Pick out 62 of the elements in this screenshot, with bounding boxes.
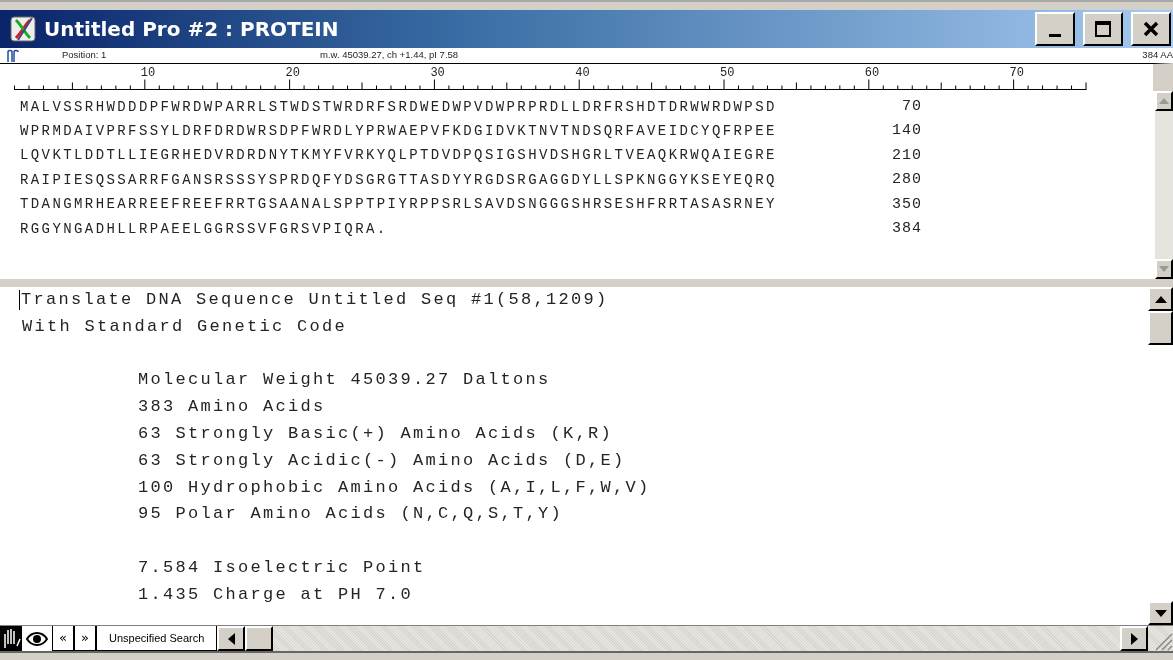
- report-line: Molecular Weight 45039.27 Daltons: [138, 369, 552, 392]
- sequence-residues: WPRMDAIVPRFSSYLDRFDRDWRSDPFWRDLYPRWAEPVFKDGIDVKTNVTNDSQRFAVEIDCYQFRPEE: [20, 122, 778, 142]
- minimize-button[interactable]: [1035, 12, 1075, 46]
- residue-count: 280: [891, 170, 922, 191]
- report-line: 383 Amino Acids: [138, 396, 327, 419]
- position-label: Position: 1: [62, 48, 108, 63]
- up-arrow-icon: [1154, 295, 1167, 303]
- residue-count: 384: [891, 218, 922, 239]
- sequence-residues: TDANGMRHEARREEFREEFRRTGSAANALSPPTPIYRPPSRLSAVDSNGGGSHRSESHFRRTASASRNEY: [20, 195, 778, 215]
- sequence-residues: MALVSSRHWDDDPFWRDWPARRLSTWDSTWRDRFSRDWEDWPVDWPRPRDLLDRFRSHDTDRWWRDWPSD: [20, 97, 778, 117]
- scroll-left-button[interactable]: [217, 626, 246, 651]
- sequence-residues: RGGYNGADHLLRPAEELGGRSSVFGRSVPIQRA.: [20, 219, 389, 239]
- hand-icon[interactable]: [0, 626, 22, 651]
- report-line: With Standard Genetic Code: [22, 315, 349, 338]
- ruler-label: 30: [430, 65, 445, 82]
- ruler-label: 60: [864, 65, 880, 82]
- ruler-label: 70: [1009, 65, 1024, 82]
- report-line: 100 Hydrophobic Amino Acids (A,I,L,F,W,V): [138, 476, 652, 499]
- report-line: Translate DNA Sequence Untitled Seq #1(58,1209): [21, 290, 609, 309]
- ruler-label: 40: [575, 65, 590, 82]
- sequence-stats: m.w. 45039.27, ch +1.44, pI 7.58: [320, 48, 460, 63]
- text-cursor: [19, 289, 20, 310]
- sequence-residues: LQVKTLDDTLLIEGRHEDVRDRDNYTKMYFVRKYQLPTDVDPQSIGSHVDSHGRLTVEAQKRWQAIEGRE: [20, 146, 778, 166]
- minimize-icon: [1049, 33, 1061, 37]
- right-arrow-icon: [1130, 632, 1138, 645]
- report-line: 1.435 Charge at PH 7.0: [138, 583, 415, 606]
- scroll-thumb[interactable]: [245, 626, 274, 651]
- residue-count: 70: [901, 96, 922, 117]
- search-selector[interactable]: Unspecified Search: [96, 626, 218, 651]
- sequence-symbol-icon: [6, 48, 22, 63]
- ruler-label: 10: [140, 65, 156, 82]
- scrollbar[interactable]: [1148, 287, 1173, 625]
- ruler-label: 20: [285, 65, 300, 82]
- scroll-down-button[interactable]: [1155, 259, 1173, 279]
- window-title: Untitled Pro #2 : PROTEIN: [44, 16, 340, 43]
- down-arrow-icon: [1154, 609, 1167, 617]
- scroll-down-button[interactable]: [1148, 601, 1173, 625]
- residue-count: 140: [891, 121, 922, 142]
- scroll-up-button[interactable]: [1155, 91, 1173, 111]
- residue-count: 210: [891, 145, 922, 166]
- length-label: 384 AA: [1142, 48, 1173, 63]
- report-line: 7.584 Isoelectric Point: [138, 556, 427, 579]
- report-line: 95 Polar Amino Acids (N,C,Q,S,T,Y): [138, 503, 565, 526]
- maximize-icon: [1094, 20, 1112, 38]
- ruler-label: 50: [720, 65, 735, 82]
- scroll-thumb[interactable]: [1148, 311, 1173, 345]
- scroll-up-button[interactable]: [1148, 287, 1173, 311]
- sequence-residues: RAIPIESQSSARRFGANSRSSSYSPRDQFYDSGRGTTASDYYRGDSRGAGGDYLLSPKNGGYKSEYEQRQ: [20, 170, 778, 190]
- previous-button[interactable]: «: [52, 626, 74, 651]
- report-line: 63 Strongly Acidic(-) Amino Acids (D,E): [138, 449, 627, 472]
- scrollbar[interactable]: [1155, 91, 1173, 279]
- scroll-right-button[interactable]: [1120, 626, 1148, 651]
- next-button[interactable]: »: [74, 626, 96, 651]
- residue-count: 350: [891, 194, 922, 215]
- left-arrow-icon: [227, 632, 235, 645]
- report-line: 63 Strongly Basic(+) Amino Acids (K,R): [138, 423, 615, 445]
- app-icon: [8, 14, 38, 44]
- up-arrow-icon: [1159, 98, 1169, 104]
- maximize-button[interactable]: [1083, 12, 1123, 46]
- close-button[interactable]: [1131, 12, 1171, 46]
- down-arrow-icon: [1159, 266, 1169, 272]
- close-icon: [1142, 20, 1160, 38]
